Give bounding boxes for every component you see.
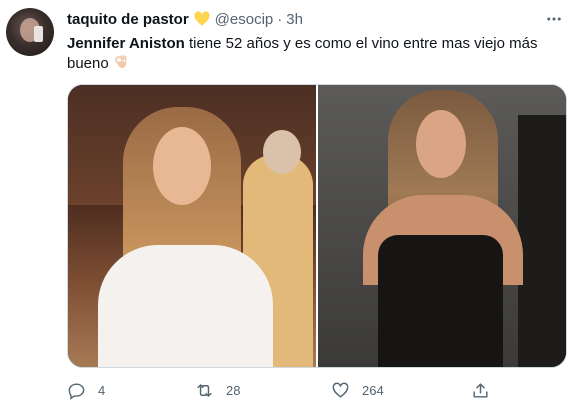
ok-hand-emoji-icon [115, 55, 127, 68]
retweet-icon [197, 383, 212, 397]
yellow-heart-emoji-icon [194, 11, 210, 26]
dress-right [377, 235, 503, 367]
shirt-left [98, 245, 273, 367]
bg-suit [517, 115, 566, 367]
tweet-header: taquito de pastor @esocip · 3h [67, 9, 303, 29]
retweet-button[interactable]: 28 [195, 378, 240, 402]
author-handle[interactable]: @esocip [215, 11, 274, 28]
timestamp[interactable]: 3h [286, 11, 303, 28]
like-button[interactable]: 264 [331, 378, 384, 402]
more-options-button[interactable] [543, 8, 565, 30]
more-icon [547, 17, 561, 21]
photo-left[interactable] [68, 85, 316, 367]
share-button[interactable] [471, 378, 502, 402]
reply-icon [68, 382, 85, 400]
avatar[interactable] [6, 8, 54, 56]
face-right [415, 110, 466, 178]
separator-dot: · [277, 10, 283, 28]
mention-text: Jennifer Aniston [67, 35, 185, 52]
like-count: 264 [362, 382, 384, 398]
action-bar: 4 28 264 [67, 378, 497, 402]
media-grid[interactable] [67, 84, 567, 368]
like-icon [332, 382, 349, 398]
tweet[interactable]: taquito de pastor @esocip · 3h Jennifer … [0, 0, 577, 416]
share-icon [473, 382, 488, 398]
tweet-text: Jennifer Aniston tiene 52 años y es como… [67, 34, 567, 74]
photo-right[interactable] [317, 85, 566, 367]
bg-person-head [263, 130, 301, 174]
face-left [153, 127, 211, 205]
reply-button[interactable]: 4 [67, 378, 105, 402]
reply-count: 4 [98, 382, 106, 398]
retweet-count: 28 [226, 382, 241, 398]
avatar-phone [34, 26, 43, 42]
author-name[interactable]: taquito de pastor [67, 11, 189, 28]
